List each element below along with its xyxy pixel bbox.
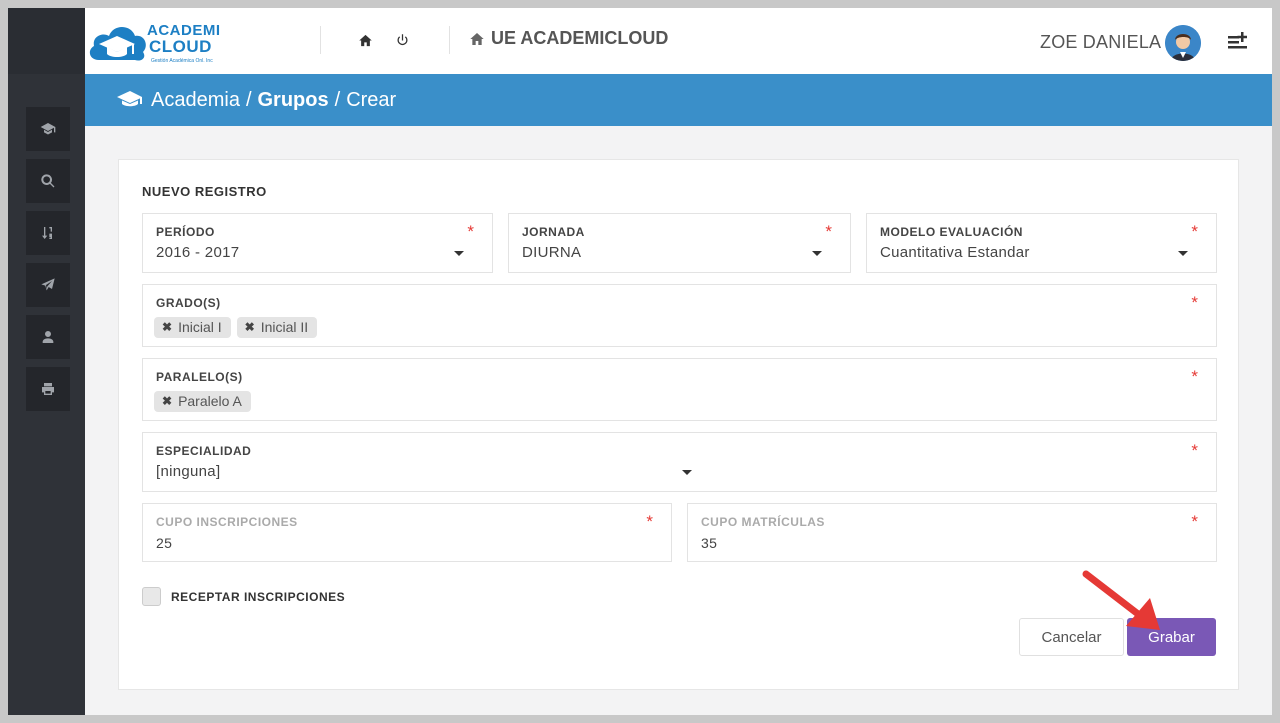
top-header: ACADEMI CLOUD Gestión Académica Onl. Inc…	[85, 8, 1272, 74]
periodo-value: 2016 - 2017	[156, 244, 240, 261]
tag-label: Paralelo A	[178, 393, 242, 409]
app-window: ACADEMI CLOUD Gestión Académica Onl. Inc…	[8, 8, 1272, 715]
list-add-icon	[1228, 32, 1247, 49]
required-marker: *	[646, 512, 653, 531]
especialidad-select[interactable]: ESPECIALIDAD * [ninguna]	[142, 432, 1217, 492]
logout-button[interactable]	[392, 30, 412, 50]
cupo-matriculas-input[interactable]: CUPO MATRÍCULAS * 35	[687, 503, 1217, 562]
tag-chip: ✖ Paralelo A	[154, 391, 251, 412]
sidebar-top	[8, 8, 85, 74]
cupo-inscripciones-input[interactable]: CUPO INSCRIPCIONES * 25	[142, 503, 672, 562]
breadcrumb-current: Crear	[346, 88, 397, 111]
sidebar	[8, 8, 85, 715]
periodo-label: PERÍODO	[156, 225, 215, 239]
caret-down-icon	[682, 470, 692, 475]
app-logo[interactable]: ACADEMI CLOUD Gestión Académica Onl. Inc	[85, 16, 225, 68]
header-divider	[449, 26, 450, 54]
sidebar-item-search[interactable]	[26, 159, 70, 203]
grados-tags: ✖ Inicial I ✖ Inicial II	[154, 317, 318, 338]
user-avatar-icon	[1165, 25, 1201, 61]
cupo-inscripciones-value: 25	[156, 535, 173, 551]
tag-label: Inicial II	[260, 319, 309, 335]
search-icon	[41, 174, 55, 188]
jornada-select[interactable]: JORNADA * DIURNA	[508, 213, 851, 273]
cupo-matriculas-value: 35	[701, 535, 718, 551]
jornada-label: JORNADA	[522, 225, 585, 239]
sidebar-item-academia[interactable]	[26, 107, 70, 151]
required-marker: *	[1191, 512, 1198, 531]
modelo-evaluacion-label: MODELO EVALUACIÓN	[880, 225, 1023, 239]
home-button[interactable]	[355, 30, 375, 50]
breadcrumb-separator: /	[334, 88, 341, 111]
menu-add-button[interactable]	[1227, 30, 1249, 52]
required-marker: *	[825, 222, 832, 241]
user-icon	[42, 331, 54, 343]
sidebar-item-print[interactable]	[26, 367, 70, 411]
graduation-cap-icon	[40, 123, 56, 135]
form-title: NUEVO REGISTRO	[142, 184, 267, 199]
required-marker: *	[1191, 367, 1198, 386]
cloud-logo-icon	[89, 27, 146, 61]
power-icon	[397, 33, 407, 45]
caret-down-icon	[812, 251, 822, 256]
sidebar-item-send[interactable]	[26, 263, 70, 307]
modelo-evaluacion-value: Cuantitativa Estandar	[880, 244, 1030, 261]
institution-name: UE ACADEMICLOUD	[491, 28, 669, 48]
caret-down-icon	[454, 251, 464, 256]
breadcrumb-root[interactable]: Academia	[151, 89, 240, 112]
paralelos-tags: ✖ Paralelo A	[154, 391, 251, 412]
periodo-select[interactable]: PERÍODO * 2016 - 2017	[142, 213, 493, 273]
paralelos-label: PARALELO(S)	[156, 370, 243, 384]
create-group-form: NUEVO REGISTRO PERÍODO * 2016 - 2017 JOR…	[118, 159, 1239, 690]
save-button[interactable]: Grabar	[1127, 618, 1216, 656]
institution-title: UE ACADEMICLOUD	[469, 28, 668, 49]
required-marker: *	[467, 222, 474, 241]
sort-numeric-icon	[42, 227, 52, 239]
paralelos-multiselect[interactable]: PARALELO(S) * ✖ Paralelo A	[142, 358, 1217, 421]
remove-tag-icon[interactable]: ✖	[162, 394, 172, 408]
required-marker: *	[1191, 441, 1198, 460]
caret-down-icon	[1178, 251, 1188, 256]
receptar-inscripciones-checkbox[interactable]	[142, 587, 161, 606]
sidebar-item-sort[interactable]	[26, 211, 70, 255]
receptar-inscripciones-row: RECEPTAR INSCRIPCIONES	[142, 587, 345, 606]
paper-plane-icon	[41, 278, 55, 291]
tag-label: Inicial I	[178, 319, 222, 335]
cupo-inscripciones-label: CUPO INSCRIPCIONES	[156, 515, 298, 529]
logo-text-cloud: CLOUD	[149, 37, 212, 56]
required-marker: *	[1191, 222, 1198, 241]
home-icon	[358, 34, 372, 46]
avatar[interactable]	[1165, 25, 1201, 61]
tag-chip: ✖ Inicial I	[154, 317, 231, 338]
graduation-cap-icon	[117, 91, 142, 107]
grados-multiselect[interactable]: GRADO(S) * ✖ Inicial I ✖ Inicial II	[142, 284, 1217, 347]
remove-tag-icon[interactable]: ✖	[162, 320, 172, 334]
header-divider	[320, 26, 321, 54]
breadcrumb-section[interactable]: Grupos	[258, 89, 329, 112]
jornada-value: DIURNA	[522, 244, 582, 261]
remove-tag-icon[interactable]: ✖	[245, 320, 255, 334]
cupo-matriculas-label: CUPO MATRÍCULAS	[701, 515, 825, 529]
receptar-inscripciones-label[interactable]: RECEPTAR INSCRIPCIONES	[171, 590, 345, 604]
home-icon	[470, 32, 484, 45]
print-icon	[42, 383, 54, 395]
breadcrumb-separator: /	[245, 88, 252, 111]
breadcrumb: Academia / Grupos / Crear	[85, 74, 1272, 126]
modelo-evaluacion-select[interactable]: MODELO EVALUACIÓN * Cuantitativa Estanda…	[866, 213, 1217, 273]
sidebar-item-user[interactable]	[26, 315, 70, 359]
especialidad-value: [ninguna]	[156, 463, 221, 480]
user-name[interactable]: ZOE DANIELA	[1040, 32, 1161, 53]
cancel-button[interactable]: Cancelar	[1019, 618, 1124, 656]
tag-chip: ✖ Inicial II	[236, 317, 318, 338]
grados-label: GRADO(S)	[156, 296, 221, 310]
required-marker: *	[1191, 293, 1198, 312]
especialidad-label: ESPECIALIDAD	[156, 444, 252, 458]
logo-tagline: Gestión Académica Onl. Inc	[151, 58, 213, 64]
